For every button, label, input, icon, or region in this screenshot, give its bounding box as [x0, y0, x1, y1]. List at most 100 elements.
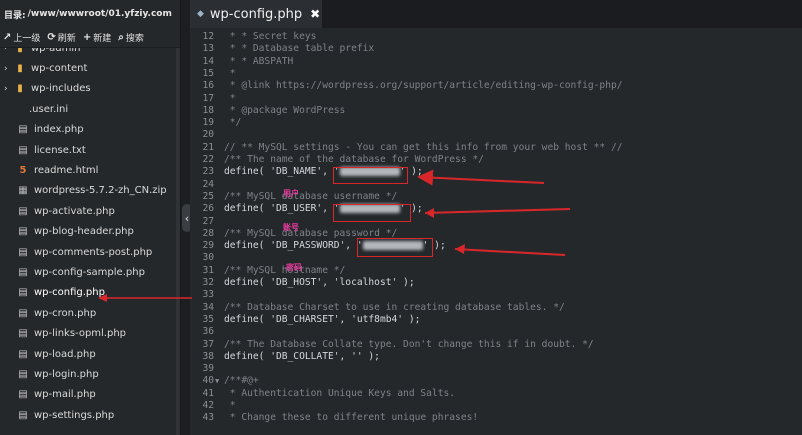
code-text-content: // ** MySQL settings - You can get this … — [224, 141, 623, 153]
file-item-label: .user.ini — [29, 103, 69, 115]
line-number: 15 — [202, 67, 214, 79]
code-text: * * Secret keys — [224, 31, 317, 43]
code-text: * * Database table prefix — [224, 43, 374, 55]
fold-arrow-icon[interactable]: ▼ — [215, 375, 219, 387]
file-item[interactable]: ▤ wp-config-sample.php — [0, 262, 178, 282]
code-line: 16 * @link https://wordpress.org/support… — [190, 80, 802, 92]
php-file-icon: ▤ — [18, 389, 28, 401]
file-item-label: readme.html — [34, 165, 99, 177]
file-item[interactable]: ▤ wp-settings.php — [0, 405, 178, 425]
db-name-highlight — [333, 167, 408, 184]
line-number: 38 — [202, 350, 214, 362]
file-item-label: wp-comments-post.php — [34, 246, 153, 258]
file-item[interactable]: ▤ wp-blog-header.php — [0, 222, 178, 242]
directory-label: 目录: — [4, 10, 26, 21]
code-editor[interactable]: 12 * * Secret keys 13 * * Database table … — [190, 28, 802, 435]
back-button-label: 上一级 — [13, 34, 41, 44]
code-line: 25 /** MySQL database username */ — [190, 191, 802, 203]
code-text: * — [224, 68, 236, 80]
code-text-content: * — [224, 92, 236, 104]
file-item[interactable]: ▤ wp-cron.php — [0, 303, 178, 323]
expand-caret-icon[interactable]: › — [4, 64, 12, 74]
file-item[interactable]: › ▮ wp-content — [0, 58, 178, 78]
line-number: 35 — [202, 313, 214, 325]
chevron-left-icon: ‹ — [184, 211, 190, 225]
code-line: 42 * — [190, 400, 802, 412]
line-number: 42 — [202, 400, 214, 411]
code-line: 21 // ** MySQL settings - You can get thi… — [190, 142, 802, 154]
directory-path: /www/wwwroot/01.yfziy.com — [27, 9, 172, 19]
file-item[interactable]: ▤ wp-comments-post.php — [0, 242, 178, 262]
line-number: 23 — [202, 166, 214, 178]
code-text-content: /** MySQL database username */ — [224, 190, 398, 202]
code-line: 17 * — [190, 93, 802, 105]
search-button-label: 搜索 — [125, 34, 144, 44]
tab-wp-config[interactable]: ◆ wp-config.php ✖ — [190, 0, 322, 28]
file-list: › ▮ wp-admin › ▮ wp-content › ▮ wp-includes .user… — [0, 38, 178, 425]
file-item[interactable]: ▤ wp-load.php — [0, 344, 178, 364]
line-number: 32 — [202, 277, 214, 288]
file-item[interactable]: › ▮ wp-includes — [0, 79, 178, 99]
refresh-button[interactable]: ⟳ 刷新 — [47, 31, 75, 44]
file-item-label: wp-content — [31, 63, 88, 75]
file-item-label: index.php — [34, 124, 84, 136]
code-text-content: */ — [224, 117, 242, 129]
code-text-content: define( 'DB_COLLATE', '' ); — [224, 350, 380, 362]
refresh-icon: ⟳ — [47, 32, 56, 43]
line-number: 30 — [202, 252, 214, 264]
code-line: 28/** MySQL database password */ — [190, 228, 802, 240]
zip-file-icon: ▦ — [18, 185, 28, 197]
file-item[interactable]: ▤ wp-mail.php — [0, 385, 178, 405]
code-text: define( 'DB_HOST', 'localhost' ); — [224, 277, 415, 289]
new-button[interactable]: + 新建 — [83, 31, 111, 44]
file-item[interactable]: ▦ wordpress-5.7.2-zh_CN.zip — [0, 181, 178, 201]
plus-icon: + — [82, 32, 92, 43]
code-text: /** MySQL database username */ — [224, 191, 397, 203]
file-item[interactable]: ▤ wp-login.php — [0, 364, 178, 384]
directory-bar: 目录: /www/wwwroot/01.yfziy.com — [0, 0, 180, 28]
search-button[interactable]: ⌕ 搜索 — [118, 31, 144, 44]
line-number: 21 — [202, 141, 214, 153]
line-number: 33 — [202, 289, 214, 301]
line-number: 12 — [202, 31, 214, 42]
line-number: 20 — [202, 129, 214, 141]
file-item[interactable]: 5 readme.html — [0, 160, 178, 180]
file-browser-sidebar: 目录: /www/wwwroot/01.yfziy.com ↗ 上一级 ⟳ 刷新… — [0, 0, 180, 435]
code-line: 13 * * Database table prefix — [190, 43, 802, 55]
html-file-icon: 5 — [19, 165, 27, 177]
back-button[interactable]: ↗ 上一级 — [3, 31, 40, 44]
folder-icon: ▮ — [17, 63, 23, 75]
line-number: 25 — [202, 190, 214, 202]
annotation-account-label: 账号 — [283, 223, 299, 232]
code-text: * Change these to different unique phras… — [224, 412, 478, 424]
code-text-content: * Authentication Unique Keys and Salts. — [224, 387, 456, 399]
code-line: 15 * — [190, 68, 802, 80]
file-item-label: wordpress-5.7.2-zh_CN.zip — [34, 185, 167, 197]
code-line: 37 /** The Database Collate type. Don't c… — [190, 339, 802, 351]
code-line: 39 — [190, 363, 802, 375]
expand-caret-icon[interactable]: › — [4, 84, 12, 94]
code-line: 18 * @package WordPress — [190, 105, 802, 117]
close-tab-icon[interactable]: ✖ — [310, 7, 320, 21]
line-number: 18 — [202, 104, 214, 116]
code-text-content: define( 'DB_PASSWORD', ' — [224, 240, 363, 252]
refresh-button-label: 刷新 — [57, 34, 76, 44]
file-item[interactable]: ▤ index.php — [0, 120, 178, 140]
line-number: 24 — [202, 178, 214, 190]
file-item-label: wp-config.php — [34, 287, 105, 299]
php-file-icon: ▤ — [18, 328, 28, 340]
code-text: * — [224, 93, 236, 105]
line-number: 16 — [202, 80, 214, 92]
new-button-label: 新建 — [93, 34, 112, 44]
file-item-label: wp-settings.php — [34, 409, 115, 421]
code-text-content: /** MySQL hostname */ — [224, 264, 346, 276]
php-file-icon: ▤ — [18, 307, 28, 319]
code-text-content: * — [224, 400, 236, 411]
file-item[interactable]: ▤ wp-config.php — [0, 283, 178, 303]
line-number: 14 — [202, 55, 214, 67]
code-text-content: * @package WordPress — [224, 104, 346, 116]
file-item[interactable]: ▤ license.txt — [0, 140, 178, 160]
file-item[interactable]: ▤ wp-links-opml.php — [0, 323, 178, 343]
file-item[interactable]: ▤ wp-activate.php — [0, 201, 178, 221]
file-item[interactable]: .user.ini — [0, 99, 178, 119]
